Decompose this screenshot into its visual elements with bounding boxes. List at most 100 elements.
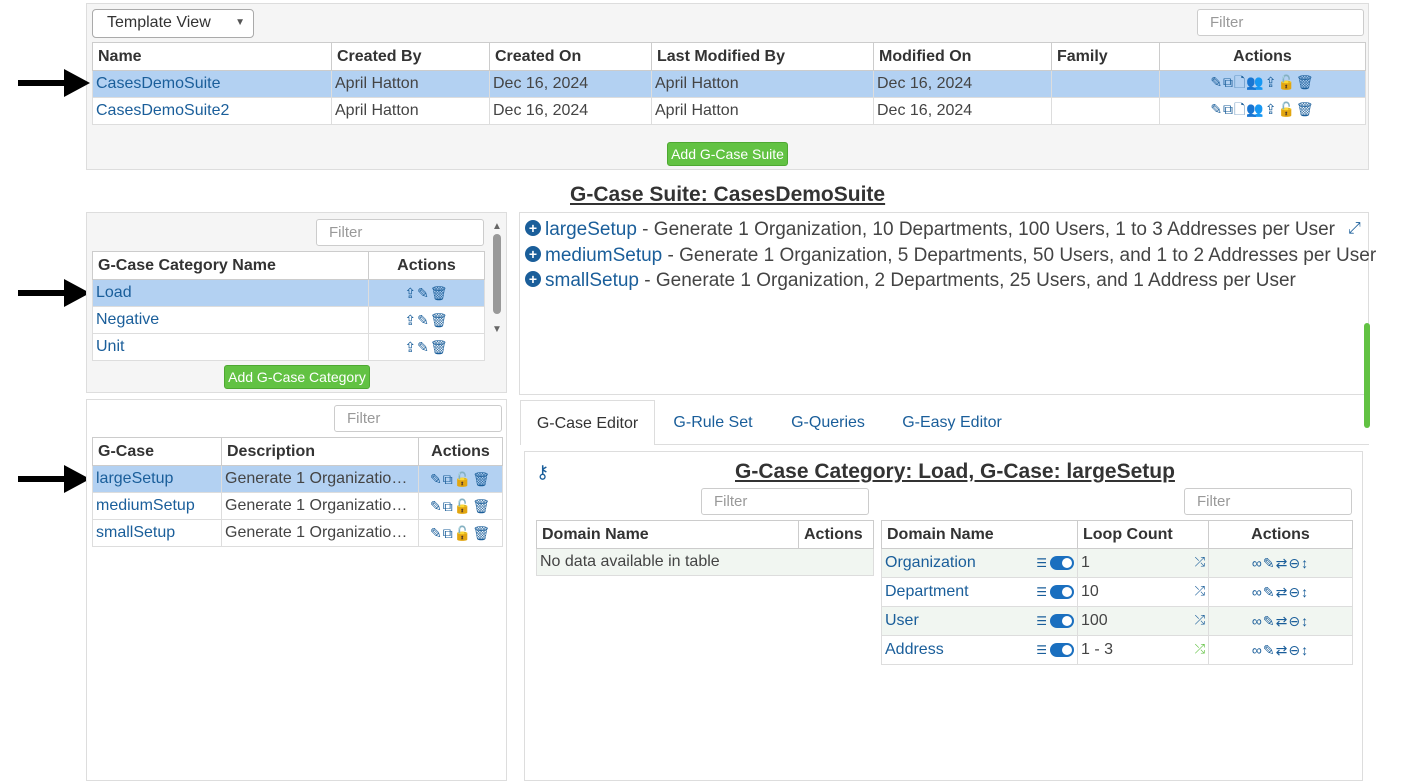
table-row[interactable]: Negative ⇪✎🗑 (92, 306, 485, 334)
suite-filter-input[interactable]: Filter (1197, 9, 1364, 36)
row-action-icons[interactable]: ∞✎⇄⊖↕ (1208, 635, 1353, 665)
shuffle-icon[interactable]: ⤮ (1195, 583, 1205, 599)
toggle-icon[interactable] (1050, 584, 1074, 599)
setup-item[interactable]: + largeSetup - Generate 1 Organization, 1… (525, 219, 1335, 241)
table-row[interactable]: Organization ☰ 1 ⤮ ∞✎⇄⊖↕ (881, 548, 1353, 578)
toggle-icon[interactable] (1050, 613, 1074, 628)
col-name[interactable]: Name (92, 42, 332, 71)
tab-grule-set[interactable]: G-Rule Set (663, 400, 763, 445)
tab-gqueries[interactable]: G-Queries (776, 400, 880, 445)
table-row[interactable]: Unit ⇪✎🗑 (92, 333, 485, 361)
suite-name-link[interactable]: CasesDemoSuite2 (92, 97, 332, 125)
row-action-icons[interactable]: ✎⧉🗋👥⇪🔓🗑 (1159, 97, 1366, 125)
sliders-icon[interactable]: ☰ (1036, 585, 1047, 599)
row-action-icons[interactable]: ∞✎⇄⊖↕ (1208, 548, 1353, 578)
row-action-icons[interactable]: ⇪✎🗑 (368, 333, 485, 361)
setup-name[interactable]: largeSetup (545, 219, 637, 240)
col-gcase[interactable]: G-Case (92, 437, 222, 466)
shuffle-icon[interactable]: ⤮ (1195, 554, 1205, 570)
loop-count-cell: 100 ⤮ (1077, 606, 1209, 636)
row-action-icons[interactable]: ✎⧉🔓🗑 (418, 492, 503, 520)
toggle-icon[interactable] (1050, 642, 1074, 657)
row-action-icons[interactable]: ∞✎⇄⊖↕ (1208, 577, 1353, 607)
table-row[interactable]: largeSetup Generate 1 Organization, 10 D… (92, 465, 503, 493)
category-link[interactable]: Load (92, 279, 369, 307)
loop-count: 10 (1081, 583, 1099, 600)
domain-cell[interactable]: Organization ☰ (881, 548, 1078, 578)
row-action-icons[interactable]: ✎⧉🔓🗑 (418, 519, 503, 547)
add-suite-button[interactable]: Add G-Case Suite (667, 142, 788, 166)
table-row[interactable]: User ☰ 100 ⤮ ∞✎⇄⊖↕ (881, 606, 1353, 636)
row-action-icons[interactable]: ✎⧉🔓🗑 (418, 465, 503, 493)
scroll-down-icon[interactable]: ▼ (490, 324, 504, 335)
row-action-icons[interactable]: ∞✎⇄⊖↕ (1208, 606, 1353, 636)
toggle-switch[interactable]: ☰ (1036, 612, 1074, 630)
table-row[interactable]: Department ☰ 10 ⤮ ∞✎⇄⊖↕ (881, 577, 1353, 607)
table-row[interactable]: Address ☰ 1 - 3 ⤮ ∞✎⇄⊖↕ (881, 635, 1353, 665)
add-category-button[interactable]: Add G-Case Category (224, 365, 370, 389)
sliders-icon[interactable]: ☰ (1036, 614, 1047, 628)
col-category-name[interactable]: G-Case Category Name (92, 251, 369, 280)
table-row[interactable]: CasesDemoSuite2 April Hatton Dec 16, 202… (92, 97, 1366, 125)
tab-geasy-editor[interactable]: G-Easy Editor (892, 400, 1012, 445)
col-last-modified-by[interactable]: Last Modified By (651, 42, 874, 71)
arrow-pointer-icon (18, 69, 90, 97)
category-link[interactable]: Negative (92, 306, 369, 334)
domain-cell[interactable]: User ☰ (881, 606, 1078, 636)
tab-gcase-editor[interactable]: G-Case Editor (520, 400, 655, 445)
shuffle-icon[interactable]: ⤮ (1195, 641, 1205, 657)
row-action-icons[interactable]: ✎⧉🗋👥⇪🔓🗑 (1159, 70, 1366, 98)
toggle-icon[interactable] (1050, 555, 1074, 570)
table-row[interactable]: Load ⇪✎🗑 (92, 279, 485, 307)
setup-name[interactable]: smallSetup (545, 270, 639, 291)
category-filter-input[interactable]: Filter (316, 219, 484, 246)
table-row[interactable]: mediumSetup Generate 1 Organization, 5 D… (92, 492, 503, 520)
col-loop-count[interactable]: Loop Count (1077, 520, 1209, 549)
suite-name-link[interactable]: CasesDemoSuite (92, 70, 332, 98)
domain-name[interactable]: Organization (885, 554, 976, 571)
category-scrollbar[interactable]: ▲ ▼ (490, 221, 504, 355)
setup-name[interactable]: mediumSetup (545, 245, 662, 266)
gcase-link[interactable]: mediumSetup (92, 492, 222, 520)
side-handle[interactable] (1364, 323, 1370, 428)
domain-name[interactable]: User (885, 612, 919, 629)
view-select[interactable]: Template View ▼ (92, 9, 254, 38)
col-created-on[interactable]: Created On (489, 42, 652, 71)
gcase-link[interactable]: smallSetup (92, 519, 222, 547)
right-domain-filter-input[interactable]: Filter (1184, 488, 1352, 515)
col-family[interactable]: Family (1051, 42, 1160, 71)
row-action-icons[interactable]: ⇪✎🗑 (368, 279, 485, 307)
category-link[interactable]: Unit (92, 333, 369, 361)
col-domain-name[interactable]: Domain Name (881, 520, 1078, 549)
plus-circle-icon[interactable]: + (525, 246, 541, 262)
expand-icon[interactable]: ⤢ (1348, 220, 1361, 238)
toggle-switch[interactable]: ☰ (1036, 583, 1074, 601)
sliders-icon[interactable]: ☰ (1036, 556, 1047, 570)
plus-circle-icon[interactable]: + (525, 220, 541, 236)
scroll-up-icon[interactable]: ▲ (490, 221, 504, 232)
table-row[interactable]: smallSetup Generate 1 Organization, 2 De… (92, 519, 503, 547)
plus-circle-icon[interactable]: + (525, 271, 541, 287)
sliders-icon[interactable]: ☰ (1036, 643, 1047, 657)
setup-item[interactable]: + mediumSetup - Generate 1 Organization, … (525, 245, 1376, 267)
domain-name[interactable]: Address (885, 641, 944, 658)
toggle-switch[interactable]: ☰ (1036, 641, 1074, 659)
col-created-by[interactable]: Created By (331, 42, 490, 71)
row-action-icons[interactable]: ⇪✎🗑 (368, 306, 485, 334)
hierarchy-icon[interactable]: ⚷ (536, 462, 549, 483)
domain-cell[interactable]: Address ☰ (881, 635, 1078, 665)
gcase-filter-input[interactable]: Filter (334, 405, 502, 432)
left-domain-filter-input[interactable]: Filter (701, 488, 869, 515)
loop-count-cell: 1 - 3 ⤮ (1077, 635, 1209, 665)
table-row[interactable]: CasesDemoSuite April Hatton Dec 16, 2024… (92, 70, 1366, 98)
gcase-link[interactable]: largeSetup (92, 465, 222, 493)
scroll-thumb[interactable] (493, 234, 501, 314)
domain-name[interactable]: Department (885, 583, 969, 600)
toggle-switch[interactable]: ☰ (1036, 554, 1074, 572)
col-modified-on[interactable]: Modified On (873, 42, 1052, 71)
col-description[interactable]: Description (221, 437, 419, 466)
setup-item[interactable]: + smallSetup - Generate 1 Organization, 2… (525, 270, 1296, 292)
shuffle-icon[interactable]: ⤮ (1195, 612, 1205, 628)
col-domain-name[interactable]: Domain Name (536, 520, 799, 549)
domain-cell[interactable]: Department ☰ (881, 577, 1078, 607)
